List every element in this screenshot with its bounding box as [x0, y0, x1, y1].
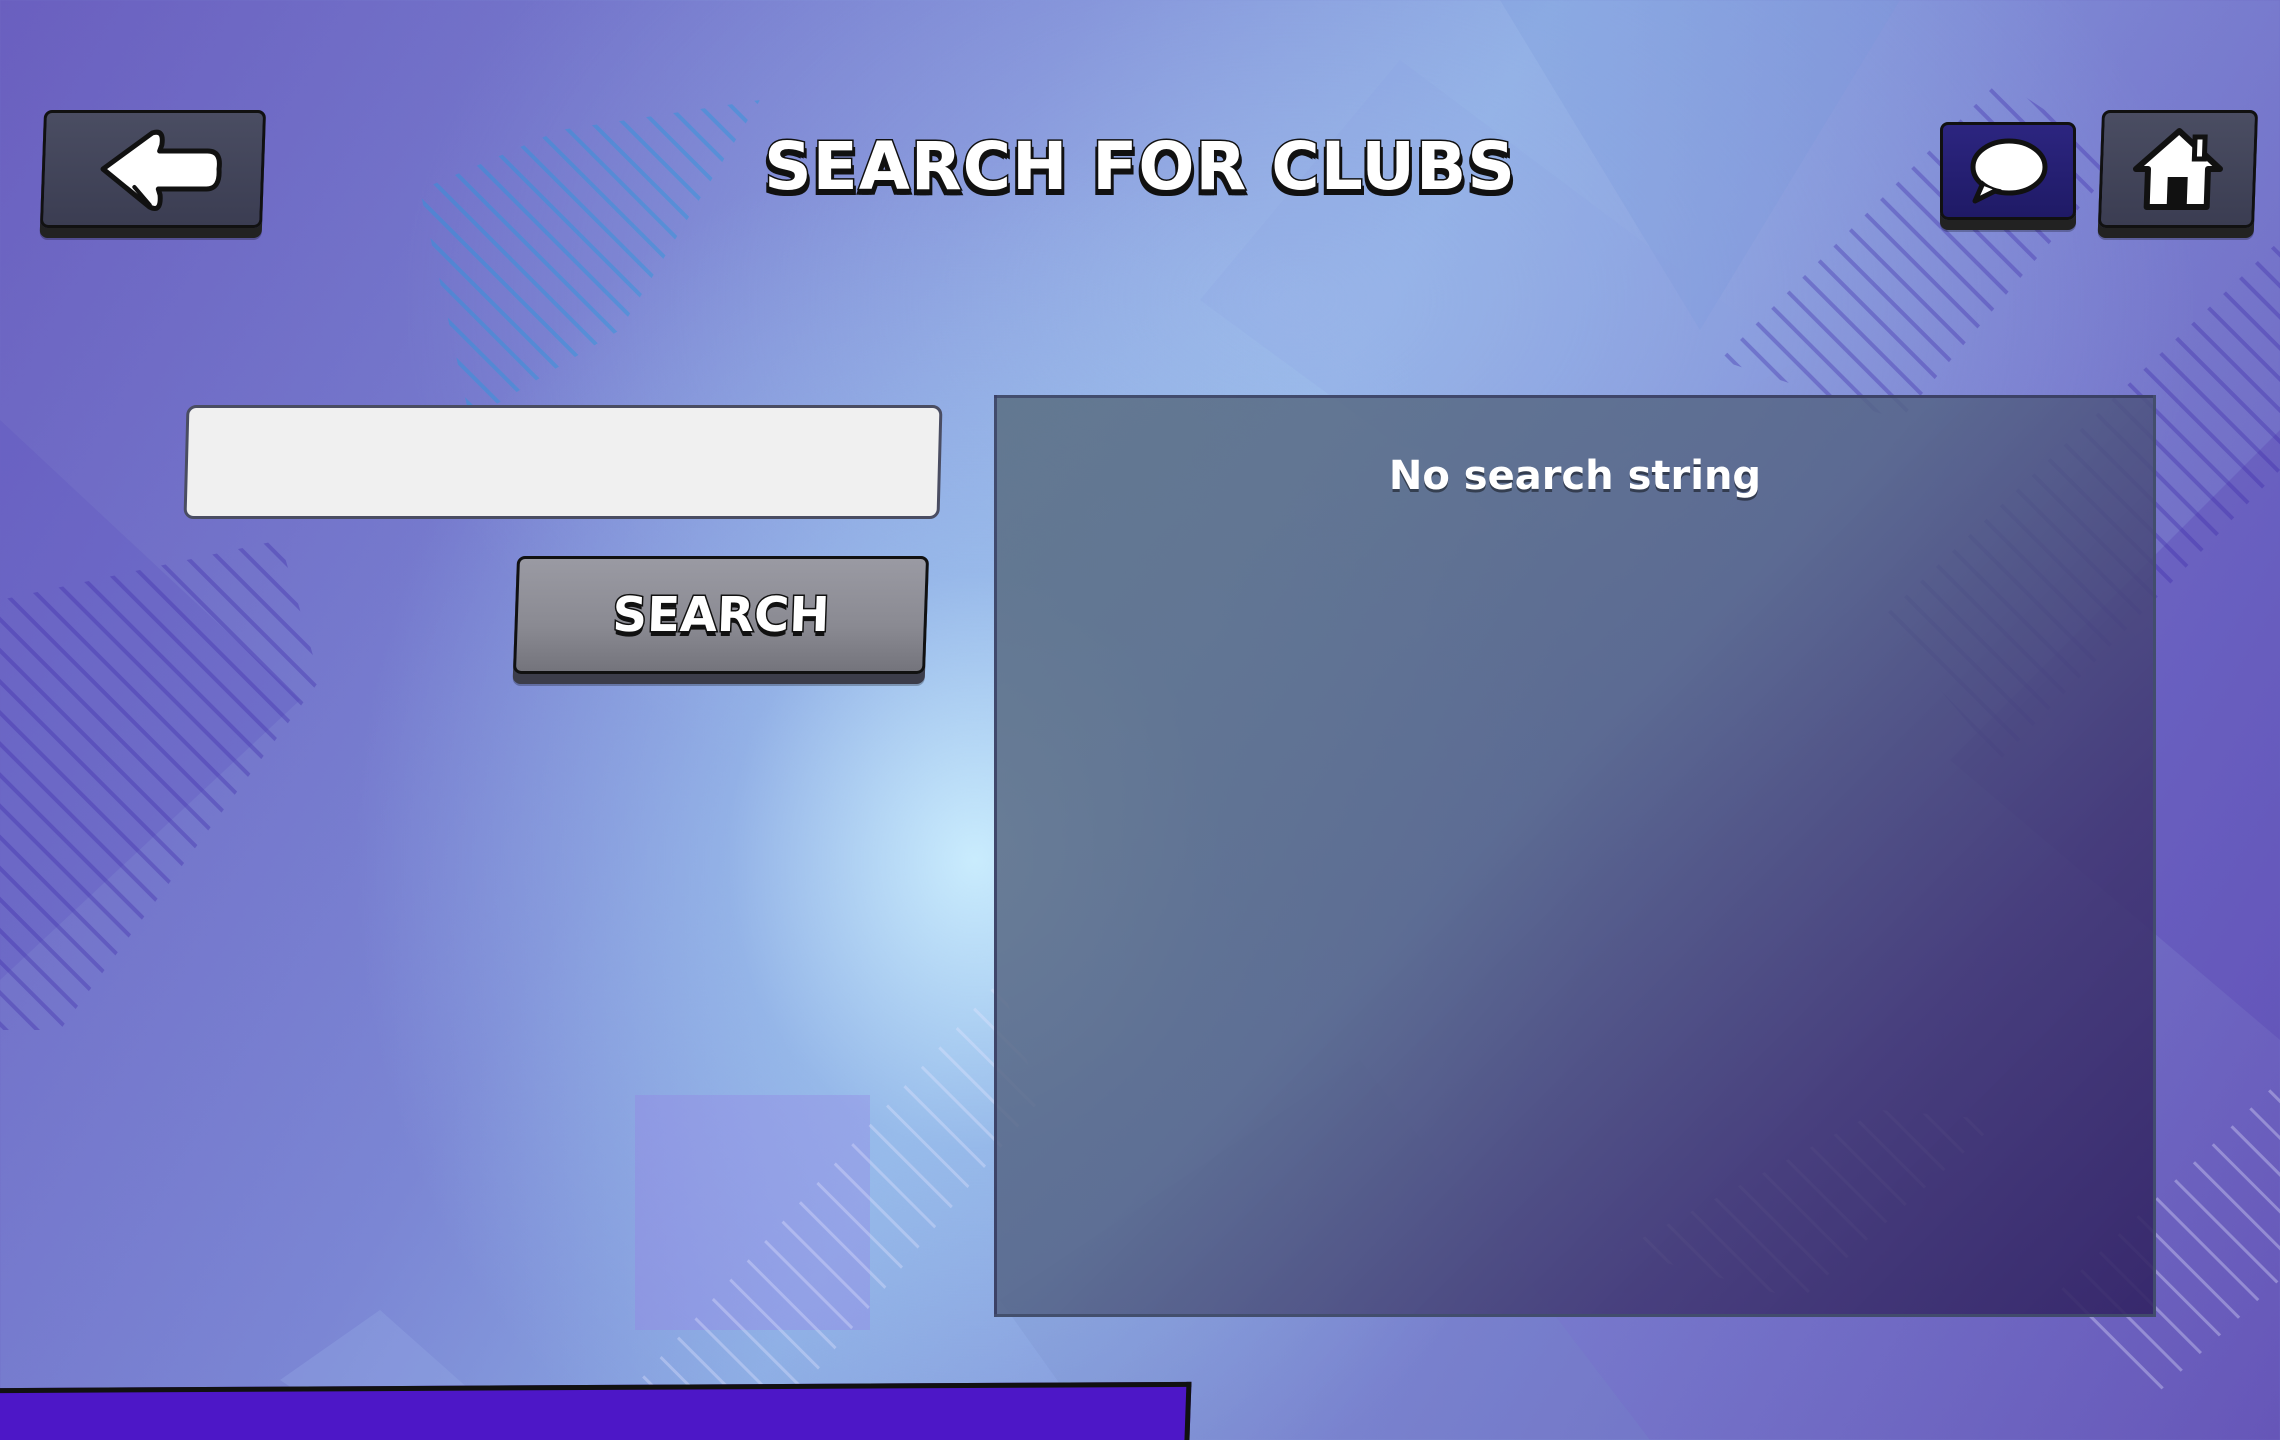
search-button-label: SEARCH	[610, 586, 832, 645]
empty-results-message: No search string	[1388, 453, 1762, 499]
home-icon	[2132, 128, 2224, 210]
search-results-panel[interactable]: No search string	[994, 395, 2156, 1317]
search-button[interactable]: SEARCH	[512, 556, 930, 674]
home-button[interactable]	[2097, 110, 2259, 228]
chat-button[interactable]	[1940, 122, 2076, 220]
page-title: SEARCH FOR CLUBS	[763, 127, 1517, 207]
search-input[interactable]	[183, 405, 943, 519]
bottom-bar	[0, 1381, 1192, 1440]
chat-bubble-icon	[1970, 138, 2048, 204]
